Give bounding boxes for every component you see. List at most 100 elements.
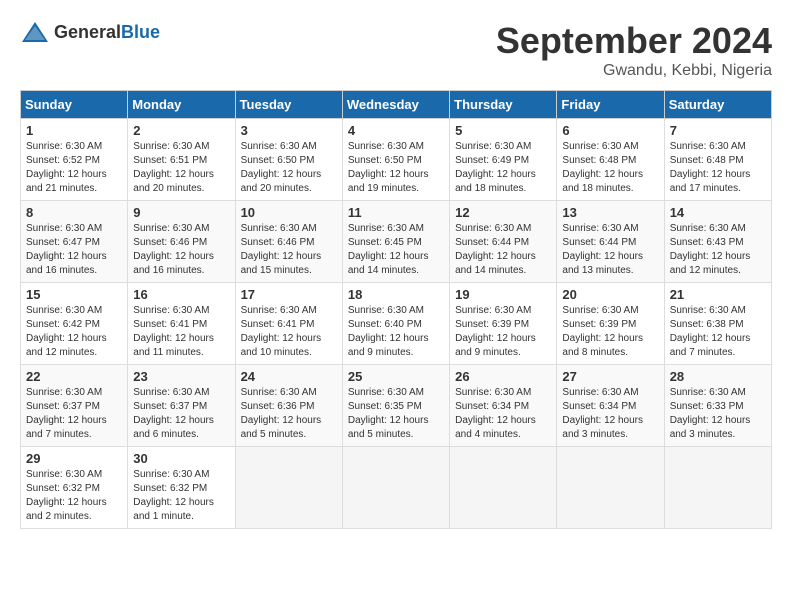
- calendar-cell: 7Sunrise: 6:30 AMSunset: 6:48 PMDaylight…: [664, 119, 771, 201]
- logo-general-text: General: [54, 22, 121, 42]
- calendar-cell: 24Sunrise: 6:30 AMSunset: 6:36 PMDayligh…: [235, 365, 342, 447]
- day-number: 30: [133, 451, 229, 466]
- day-info: Sunrise: 6:30 AMSunset: 6:41 PMDaylight:…: [241, 305, 322, 358]
- day-info: Sunrise: 6:30 AMSunset: 6:47 PMDaylight:…: [26, 223, 107, 276]
- calendar-cell: 19 Sunrise: 6:30 AMSunset: 6:39 PMDayligh…: [450, 283, 557, 365]
- day-info: Sunrise: 6:30 AMSunset: 6:44 PMDaylight:…: [562, 223, 643, 276]
- day-info: Sunrise: 6:30 AMSunset: 6:32 PMDaylight:…: [26, 469, 107, 522]
- day-number: 12: [455, 205, 551, 220]
- day-info: Sunrise: 6:30 AMSunset: 6:48 PMDaylight:…: [562, 141, 643, 194]
- calendar-cell: 28 Sunrise: 6:30 AMSunset: 6:33 PMDayligh…: [664, 365, 771, 447]
- column-header-monday: Monday: [128, 91, 235, 119]
- day-number: 18: [348, 287, 444, 302]
- calendar-cell: 5 Sunrise: 6:30 AMSunset: 6:49 PMDaylight…: [450, 119, 557, 201]
- day-number: 1: [26, 123, 122, 138]
- calendar-cell: 8 Sunrise: 6:30 AMSunset: 6:47 PMDaylight…: [21, 201, 128, 283]
- day-number: 28: [670, 369, 766, 384]
- calendar-cell: [557, 447, 664, 529]
- day-number: 8: [26, 205, 122, 220]
- calendar-cell: 1Sunrise: 6:30 AMSunset: 6:52 PMDaylight…: [21, 119, 128, 201]
- calendar-cell: 27Sunrise: 6:30 AMSunset: 6:34 PMDayligh…: [557, 365, 664, 447]
- day-info: Sunrise: 6:30 AMSunset: 6:40 PMDaylight:…: [348, 305, 429, 358]
- day-number: 17: [241, 287, 337, 302]
- day-number: 3: [241, 123, 337, 138]
- calendar-cell: [450, 447, 557, 529]
- calendar-cell: 23Sunrise: 6:30 AMSunset: 6:37 PMDayligh…: [128, 365, 235, 447]
- column-header-thursday: Thursday: [450, 91, 557, 119]
- calendar-cell: 21 Sunrise: 6:30 AMSunset: 6:38 PMDayligh…: [664, 283, 771, 365]
- calendar-cell: 29 Sunrise: 6:30 AMSunset: 6:32 PMDayligh…: [21, 447, 128, 529]
- day-info: Sunrise: 6:30 AMSunset: 6:38 PMDaylight:…: [670, 305, 751, 358]
- calendar-cell: 13 Sunrise: 6:30 AMSunset: 6:44 PMDayligh…: [557, 201, 664, 283]
- calendar-cell: [235, 447, 342, 529]
- day-info: Sunrise: 6:30 AMSunset: 6:44 PMDaylight:…: [455, 223, 536, 276]
- day-info: Sunrise: 6:30 AMSunset: 6:43 PMDaylight:…: [670, 223, 751, 276]
- day-number: 16: [133, 287, 229, 302]
- day-number: 22: [26, 369, 122, 384]
- day-number: 5: [455, 123, 551, 138]
- day-number: 4: [348, 123, 444, 138]
- logo-icon: [20, 20, 50, 44]
- calendar-cell: 18 Sunrise: 6:30 AMSunset: 6:40 PMDayligh…: [342, 283, 449, 365]
- day-info: Sunrise: 6:30 AMSunset: 6:33 PMDaylight:…: [670, 387, 751, 440]
- day-number: 10: [241, 205, 337, 220]
- day-info: Sunrise: 6:30 AMSunset: 6:37 PMDaylight:…: [26, 387, 107, 440]
- calendar-cell: 25 Sunrise: 6:30 AMSunset: 6:35 PMDayligh…: [342, 365, 449, 447]
- day-number: 26: [455, 369, 551, 384]
- calendar-cell: 17 Sunrise: 6:30 AMSunset: 6:41 PMDayligh…: [235, 283, 342, 365]
- day-number: 11: [348, 205, 444, 220]
- calendar-cell: 22 Sunrise: 6:30 AMSunset: 6:37 PMDayligh…: [21, 365, 128, 447]
- day-number: 14: [670, 205, 766, 220]
- day-info: Sunrise: 6:30 AMSunset: 6:42 PMDaylight:…: [26, 305, 107, 358]
- calendar-cell: 30 Sunrise: 6:30 AMSunset: 6:32 PMDayligh…: [128, 447, 235, 529]
- day-number: 7: [670, 123, 766, 138]
- day-number: 9: [133, 205, 229, 220]
- calendar-cell: 11 Sunrise: 6:30 AMSunset: 6:45 PMDayligh…: [342, 201, 449, 283]
- logo: GeneralBlue: [20, 20, 160, 44]
- calendar-week-row: 1Sunrise: 6:30 AMSunset: 6:52 PMDaylight…: [21, 119, 772, 201]
- calendar-cell: 4Sunrise: 6:30 AMSunset: 6:50 PMDaylight…: [342, 119, 449, 201]
- calendar-cell: 2Sunrise: 6:30 AMSunset: 6:51 PMDaylight…: [128, 119, 235, 201]
- calendar-cell: 20 Sunrise: 6:30 AMSunset: 6:39 PMDayligh…: [557, 283, 664, 365]
- day-number: 15: [26, 287, 122, 302]
- day-number: 6: [562, 123, 658, 138]
- day-number: 27: [562, 369, 658, 384]
- column-header-saturday: Saturday: [664, 91, 771, 119]
- calendar-week-row: 22 Sunrise: 6:30 AMSunset: 6:37 PMDayligh…: [21, 365, 772, 447]
- day-info: Sunrise: 6:30 AMSunset: 6:45 PMDaylight:…: [348, 223, 429, 276]
- calendar-cell: [342, 447, 449, 529]
- day-number: 25: [348, 369, 444, 384]
- day-info: Sunrise: 6:30 AMSunset: 6:49 PMDaylight:…: [455, 141, 536, 194]
- day-info: Sunrise: 6:30 AMSunset: 6:46 PMDaylight:…: [133, 223, 214, 276]
- day-number: 13: [562, 205, 658, 220]
- day-info: Sunrise: 6:30 AMSunset: 6:39 PMDaylight:…: [455, 305, 536, 358]
- calendar-cell: 10Sunrise: 6:30 AMSunset: 6:46 PMDayligh…: [235, 201, 342, 283]
- day-number: 21: [670, 287, 766, 302]
- column-header-tuesday: Tuesday: [235, 91, 342, 119]
- calendar-week-row: 29 Sunrise: 6:30 AMSunset: 6:32 PMDayligh…: [21, 447, 772, 529]
- column-header-wednesday: Wednesday: [342, 91, 449, 119]
- column-header-friday: Friday: [557, 91, 664, 119]
- page-header: GeneralBlue September 2024 Gwandu, Kebbi…: [20, 20, 772, 80]
- day-number: 29: [26, 451, 122, 466]
- day-info: Sunrise: 6:30 AMSunset: 6:50 PMDaylight:…: [241, 141, 322, 194]
- month-title: September 2024: [496, 20, 772, 62]
- calendar-header-row: SundayMondayTuesdayWednesdayThursdayFrid…: [21, 91, 772, 119]
- calendar-cell: 9 Sunrise: 6:30 AMSunset: 6:46 PMDaylight…: [128, 201, 235, 283]
- day-number: 19: [455, 287, 551, 302]
- calendar-cell: 15 Sunrise: 6:30 AMSunset: 6:42 PMDayligh…: [21, 283, 128, 365]
- calendar-week-row: 8 Sunrise: 6:30 AMSunset: 6:47 PMDaylight…: [21, 201, 772, 283]
- calendar-week-row: 15 Sunrise: 6:30 AMSunset: 6:42 PMDayligh…: [21, 283, 772, 365]
- calendar-cell: 12 Sunrise: 6:30 AMSunset: 6:44 PMDayligh…: [450, 201, 557, 283]
- day-info: Sunrise: 6:30 AMSunset: 6:32 PMDaylight:…: [133, 469, 214, 522]
- calendar-cell: [664, 447, 771, 529]
- day-info: Sunrise: 6:30 AMSunset: 6:35 PMDaylight:…: [348, 387, 429, 440]
- calendar-cell: 16 Sunrise: 6:30 AMSunset: 6:41 PMDayligh…: [128, 283, 235, 365]
- day-info: Sunrise: 6:30 AMSunset: 6:34 PMDaylight:…: [455, 387, 536, 440]
- title-area: September 2024 Gwandu, Kebbi, Nigeria: [496, 20, 772, 80]
- day-number: 2: [133, 123, 229, 138]
- day-info: Sunrise: 6:30 AMSunset: 6:36 PMDaylight:…: [241, 387, 322, 440]
- day-info: Sunrise: 6:30 AMSunset: 6:41 PMDaylight:…: [133, 305, 214, 358]
- day-number: 20: [562, 287, 658, 302]
- day-info: Sunrise: 6:30 AMSunset: 6:39 PMDaylight:…: [562, 305, 643, 358]
